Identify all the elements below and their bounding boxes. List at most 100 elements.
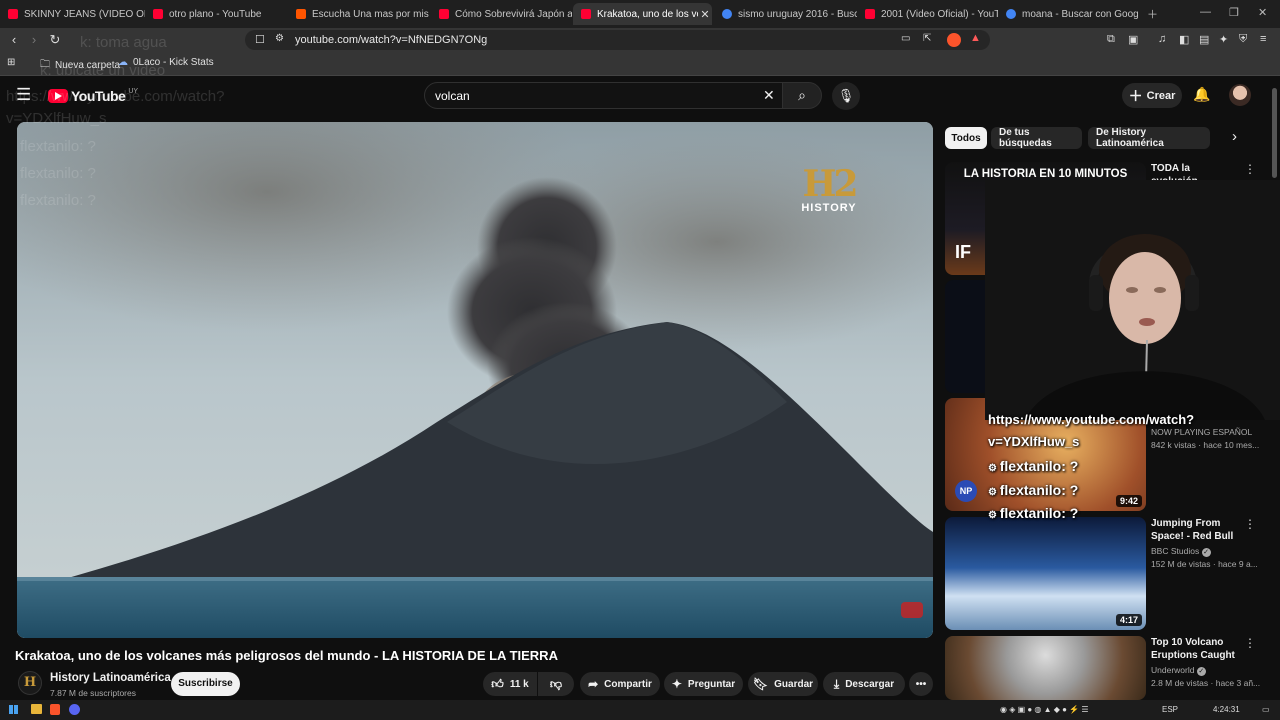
more-vert-icon[interactable]: ⋮	[1244, 162, 1256, 176]
notifications-bell-icon[interactable]: 🔔	[1193, 86, 1210, 103]
browser-tab-strip: SKINNY JEANS (VIDEO OFICIAL otro plano -…	[0, 0, 1280, 28]
voice-search-button[interactable]: 🎙	[832, 82, 860, 110]
clock[interactable]: 4:24:31	[1213, 705, 1240, 714]
reload-icon[interactable]: ↻	[47, 32, 63, 48]
overlay-ghost-line: flextanilo: ?	[20, 138, 96, 155]
file-explorer-icon[interactable]	[31, 704, 42, 714]
cast-icon[interactable]: ▭	[901, 33, 910, 44]
subscriber-count: 7.87 M de suscriptores	[50, 688, 136, 698]
browser-tab-active[interactable]: Krakatoa, uno de los volca✕	[573, 3, 712, 25]
brave-browser-icon[interactable]	[50, 704, 60, 715]
browser-tab[interactable]: otro plano - YouTube	[145, 3, 288, 25]
youtube-favicon-icon	[153, 9, 163, 19]
recommended-channel[interactable]: BBC Studios ✓	[1151, 546, 1211, 557]
chevron-right-icon[interactable]: ›	[1232, 128, 1237, 145]
recommended-title[interactable]: Jumping From Space! - Red Bull ...	[1151, 517, 1239, 543]
history-logo-text: HISTORY	[801, 202, 857, 214]
brave-rewards-icon[interactable]: ▲	[970, 32, 981, 44]
channel-name: BBC Studios	[1151, 546, 1200, 556]
recommended-channel[interactable]: NOW PLAYING ESPAÑOL	[1151, 427, 1252, 437]
tab-title: Escucha Una mas por mis amig	[312, 8, 431, 20]
site-info-icon[interactable]: ⚙	[275, 33, 284, 44]
browser-tab[interactable]: SKINNY JEANS (VIDEO OFICIAL	[0, 3, 145, 25]
like-button[interactable]: 👍︎ 11 k	[483, 672, 537, 696]
recommended-thumbnail[interactable]	[945, 636, 1146, 700]
chat-line: v=YDXlfHuw_s	[988, 434, 1080, 449]
save-label: Guardar	[774, 678, 814, 690]
browser-tab[interactable]: sismo uruguay 2016 - Buscar c	[714, 3, 857, 25]
extensions-icon[interactable]: ⧉	[1107, 33, 1115, 46]
chip-from-channel[interactable]: De History Latinoamérica	[1088, 127, 1210, 149]
more-vert-icon[interactable]: ⋮	[1244, 517, 1256, 531]
browser-tab[interactable]: Escucha Una mas por mis amig	[288, 3, 431, 25]
address-bar[interactable]: ☐ ⚙ youtube.com/watch?v=NfNEDGN7ONg ▭ ⇱ …	[245, 30, 990, 50]
url-text[interactable]: youtube.com/watch?v=NfNEDGN7ONg	[295, 34, 487, 46]
browser-tab[interactable]: 2001 (Video Oficial) - YouTube	[857, 3, 998, 25]
language-indicator[interactable]: ESP	[1162, 705, 1178, 714]
forward-icon[interactable]: ›	[26, 32, 42, 47]
vpn-icon[interactable]: ⛨	[1239, 33, 1247, 46]
sidebar-icon[interactable]: ◧	[1179, 33, 1189, 46]
avatar[interactable]	[1229, 84, 1251, 106]
notification-icon[interactable]: ▭	[1262, 705, 1270, 714]
recommended-title[interactable]: Top 10 Volcano Eruptions Caught ...	[1151, 636, 1239, 662]
chat-message: ⚙ flextanilo: ?	[988, 505, 1078, 521]
menu-icon[interactable]: ≡	[1260, 33, 1266, 45]
tab-title: otro plano - YouTube	[169, 8, 262, 20]
save-button[interactable]: 🔖︎ Guardar	[748, 672, 818, 696]
chip-all[interactable]: Todos	[945, 127, 987, 149]
search-input[interactable]: volcan ✕	[424, 82, 786, 109]
back-icon[interactable]: ‹	[6, 32, 22, 47]
ask-button[interactable]: ✦ Preguntar	[664, 672, 743, 696]
search-button[interactable]: ⌕	[782, 82, 822, 109]
channel-name[interactable]: History Latinoamérica	[50, 672, 171, 684]
new-tab-icon[interactable]: ＋	[1147, 6, 1158, 22]
h2-logo-text: H2	[802, 163, 858, 205]
clear-search-icon[interactable]: ✕	[763, 87, 775, 104]
thumbnail-text: LA HISTORIA EN 10 MINUTOS	[963, 168, 1128, 180]
video-duration: 9:42	[1115, 495, 1142, 507]
overlay-ghost-line: k: toma agua	[80, 34, 167, 51]
channel-avatar[interactable]: H	[18, 671, 42, 695]
plus-icon: ＋	[1128, 87, 1143, 104]
recommended-meta: 152 M de vistas · hace 9 a...	[1151, 559, 1258, 569]
browser-tab[interactable]: Cómo Sobrevivirá Japón al Me	[431, 3, 572, 25]
scrollbar-thumb[interactable]	[1272, 88, 1277, 178]
share-icon[interactable]: ⇱	[923, 33, 931, 44]
video-player[interactable]: H2 HISTORY	[17, 122, 933, 638]
screenshot-icon[interactable]: ▣	[1128, 33, 1138, 46]
apps-icon[interactable]: ⊞	[7, 57, 15, 68]
subscribe-watermark-icon[interactable]	[901, 602, 923, 618]
chat-message: ⚙ flextanilo: ?	[988, 458, 1078, 474]
minimize-icon[interactable]: —	[1200, 6, 1211, 18]
wallet-icon[interactable]: ▤	[1199, 33, 1209, 46]
download-button[interactable]: ⤓ Descargar	[823, 672, 905, 696]
recommended-channel[interactable]: Underworld ✓	[1151, 665, 1206, 676]
youtube-favicon-icon	[865, 9, 875, 19]
more-actions-button[interactable]: •••	[909, 672, 933, 696]
close-tab-icon[interactable]: ✕	[698, 8, 712, 21]
create-button[interactable]: ＋ Crear	[1122, 83, 1182, 108]
more-vert-icon[interactable]: ⋮	[1244, 636, 1256, 650]
music-icon[interactable]: ♫	[1158, 33, 1166, 45]
leo-ai-icon[interactable]: ✦	[1219, 33, 1228, 46]
brave-shield-icon[interactable]	[947, 33, 961, 47]
browser-tab[interactable]: moana - Buscar con Google	[998, 3, 1138, 25]
recommended-thumbnail[interactable]: 4:17	[945, 517, 1146, 630]
bookmark-icon[interactable]: ☐	[255, 33, 265, 46]
restore-icon[interactable]: ❐	[1229, 6, 1239, 19]
discord-icon[interactable]	[69, 704, 80, 715]
thumbnail-logo-icon: IF	[955, 242, 971, 262]
tray-icons[interactable]: ◉ ◈ ▣ ● ◍ ▲ ◆ ● ⚡ ☰	[1000, 705, 1089, 714]
chip-from-searches[interactable]: De tus búsquedas	[991, 127, 1082, 149]
search-icon: ⌕	[798, 87, 806, 103]
overlay-ghost-line: flextanilo: ?	[20, 192, 96, 209]
video-duration: 4:17	[1115, 614, 1142, 626]
subscribe-button[interactable]: Suscribirse	[171, 672, 240, 696]
windows-start-icon[interactable]	[9, 705, 18, 714]
close-window-icon[interactable]: ✕	[1258, 6, 1267, 19]
share-button[interactable]: ➦ Compartir	[580, 672, 660, 696]
tab-title: moana - Buscar con Google	[1022, 8, 1138, 20]
dislike-button[interactable]: 👎︎	[538, 672, 574, 696]
youtube-favicon-icon	[581, 9, 591, 19]
